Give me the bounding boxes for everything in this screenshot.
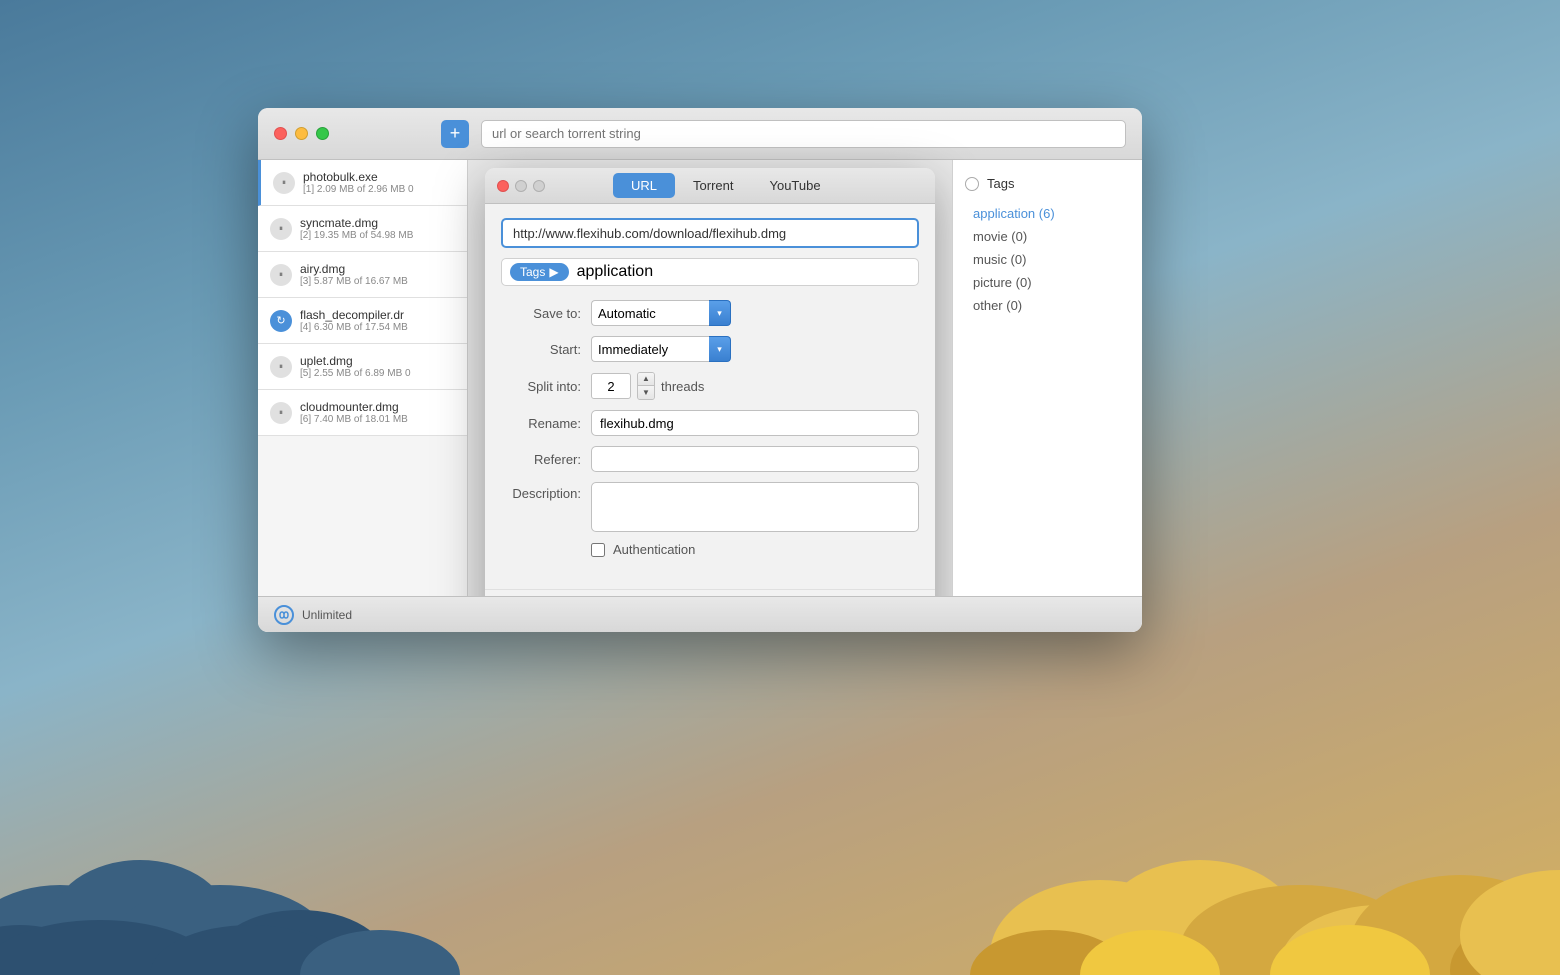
tab-youtube[interactable]: YouTube — [751, 173, 838, 198]
threads-stepper[interactable] — [591, 373, 631, 399]
add-url-modal: URL Torrent YouTube Tags ▶ — [485, 168, 935, 632]
download-item: ↻ flash_decompiler.dr [4] 6.30 MB of 17.… — [258, 298, 467, 344]
tags-header: Tags — [965, 176, 1130, 191]
rename-label: Rename: — [501, 416, 591, 431]
download-item: ⏸ cloudmounter.dmg [6] 7.40 MB of 18.01 … — [258, 390, 467, 436]
unlimited-icon — [274, 605, 294, 625]
url-input-container — [501, 218, 919, 248]
referer-row: Referer: — [501, 446, 919, 472]
start-row: Start: Immediately Manually ▾ — [501, 336, 919, 362]
stepper-container: ▲ ▼ threads — [591, 372, 704, 400]
tag-item-movie[interactable]: movie (0) — [965, 226, 1130, 247]
split-row: Split into: ▲ ▼ threads — [501, 372, 919, 400]
pause-button[interactable]: ⏸ — [270, 356, 292, 378]
chevron-down-icon: ▾ — [717, 344, 722, 355]
download-name: uplet.dmg — [300, 354, 455, 368]
tag-item-application[interactable]: application (6) — [965, 203, 1130, 224]
download-name: photobulk.exe — [303, 170, 455, 184]
app-window: + ⏸ photobulk.exe [1] 2.09 MB of 2.96 MB… — [258, 108, 1142, 632]
download-progress: [4] 6.30 MB of 17.54 MB — [300, 322, 455, 333]
maximize-button[interactable] — [316, 127, 329, 140]
refresh-button[interactable]: ↻ — [270, 310, 292, 332]
stepper-down-button[interactable]: ▼ — [638, 386, 654, 399]
tag-item-picture[interactable]: picture (0) — [965, 272, 1130, 293]
tags-pill-label: Tags — [520, 265, 545, 279]
save-to-select-container: Automatic Desktop Downloads ▾ — [591, 300, 731, 326]
tag-item-music[interactable]: music (0) — [965, 249, 1130, 270]
download-item: ⏸ photobulk.exe [1] 2.09 MB of 2.96 MB 0 — [258, 160, 467, 206]
referer-label: Referer: — [501, 452, 591, 467]
pause-button[interactable]: ⏸ — [270, 218, 292, 240]
tags-radio[interactable] — [965, 177, 979, 191]
traffic-lights — [274, 127, 329, 140]
modal-maximize-button[interactable] — [533, 180, 545, 192]
threads-label: threads — [661, 379, 704, 394]
modal-body: Tags ▶ application Save to: Automatic De… — [485, 204, 935, 585]
download-progress: [2] 19.35 MB of 54.98 MB — [300, 230, 455, 241]
start-select[interactable]: Immediately Manually — [591, 336, 709, 362]
download-name: airy.dmg — [300, 262, 455, 276]
stepper-buttons: ▲ ▼ — [637, 372, 655, 400]
download-name: syncmate.dmg — [300, 216, 455, 230]
download-item: ⏸ airy.dmg [3] 5.87 MB of 16.67 MB — [258, 252, 467, 298]
download-name: cloudmounter.dmg — [300, 400, 455, 414]
tags-row: Tags ▶ application — [501, 258, 919, 286]
auth-row: Authentication — [591, 542, 919, 557]
tags-pill[interactable]: Tags ▶ — [510, 263, 569, 281]
save-to-row: Save to: Automatic Desktop Downloads ▾ — [501, 300, 919, 326]
modal-titlebar: URL Torrent YouTube — [485, 168, 935, 204]
tags-arrow-icon: ▶ — [549, 265, 558, 279]
pause-button[interactable]: ⏸ — [273, 172, 295, 194]
split-label: Split into: — [501, 379, 591, 394]
description-row: Description: — [501, 482, 919, 532]
modal-minimize-button[interactable] — [515, 180, 527, 192]
rename-input[interactable] — [591, 410, 919, 436]
tag-item-other[interactable]: other (0) — [965, 295, 1130, 316]
start-select-container: Immediately Manually ▾ — [591, 336, 731, 362]
save-to-select[interactable]: Automatic Desktop Downloads — [591, 300, 709, 326]
tab-torrent[interactable]: Torrent — [675, 173, 751, 198]
add-download-button[interactable]: + — [441, 120, 469, 148]
tags-sidebar: Tags application (6) movie (0) music (0)… — [952, 160, 1142, 632]
chevron-down-icon: ▾ — [717, 308, 722, 319]
url-input[interactable] — [501, 218, 919, 248]
download-name: flash_decompiler.dr — [300, 308, 455, 322]
rename-row: Rename: — [501, 410, 919, 436]
search-input[interactable] — [481, 120, 1126, 148]
save-to-label: Save to: — [501, 306, 591, 321]
center-area: URL Torrent YouTube Tags ▶ — [468, 160, 952, 632]
bottom-bar: Unlimited — [258, 596, 1142, 632]
pause-button[interactable]: ⏸ — [270, 264, 292, 286]
auth-checkbox[interactable] — [591, 543, 605, 557]
download-progress: [5] 2.55 MB of 6.89 MB 0 — [300, 368, 455, 379]
minimize-button[interactable] — [295, 127, 308, 140]
tags-title: Tags — [987, 176, 1014, 191]
unlimited-label: Unlimited — [302, 608, 352, 622]
close-button[interactable] — [274, 127, 287, 140]
download-list: ⏸ photobulk.exe [1] 2.09 MB of 2.96 MB 0… — [258, 160, 468, 632]
download-item: ⏸ syncmate.dmg [2] 19.35 MB of 54.98 MB — [258, 206, 467, 252]
auth-label: Authentication — [613, 542, 695, 557]
tags-value: application — [577, 263, 654, 281]
tab-url[interactable]: URL — [613, 173, 675, 198]
referer-input[interactable] — [591, 446, 919, 472]
download-progress: [1] 2.09 MB of 2.96 MB 0 — [303, 184, 455, 195]
title-bar: + — [258, 108, 1142, 160]
description-textarea[interactable] — [591, 482, 919, 532]
save-to-arrow-button[interactable]: ▾ — [709, 300, 731, 326]
download-progress: [6] 7.40 MB of 18.01 MB — [300, 414, 455, 425]
download-item: ⏸ uplet.dmg [5] 2.55 MB of 6.89 MB 0 — [258, 344, 467, 390]
modal-traffic-lights — [497, 180, 545, 192]
start-arrow-button[interactable]: ▾ — [709, 336, 731, 362]
start-label: Start: — [501, 342, 591, 357]
description-label: Description: — [501, 482, 591, 501]
modal-close-button[interactable] — [497, 180, 509, 192]
stepper-up-button[interactable]: ▲ — [638, 373, 654, 386]
download-progress: [3] 5.87 MB of 16.67 MB — [300, 276, 455, 287]
main-content: ⏸ photobulk.exe [1] 2.09 MB of 2.96 MB 0… — [258, 160, 1142, 632]
pause-button[interactable]: ⏸ — [270, 402, 292, 424]
